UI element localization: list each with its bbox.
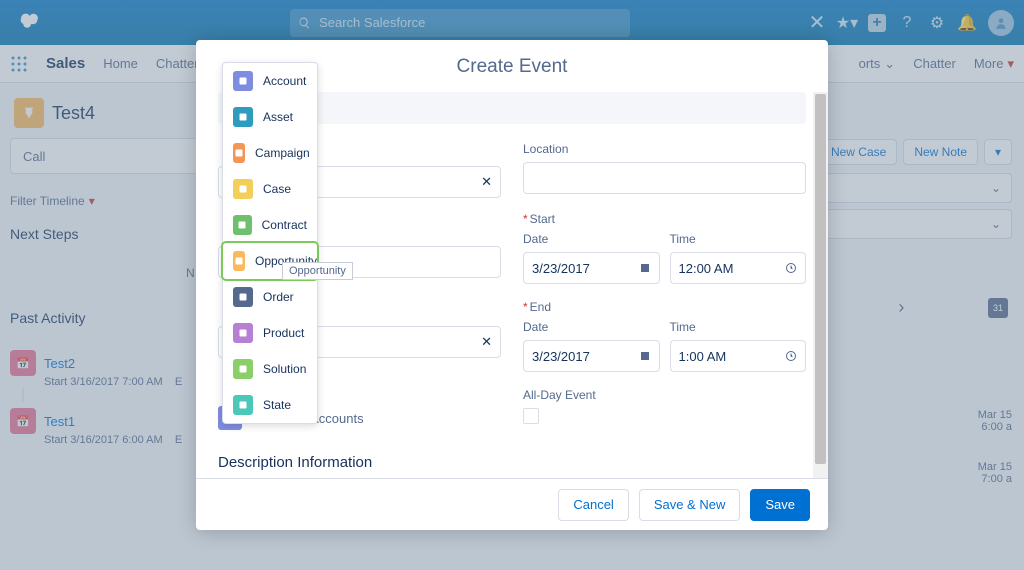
lookup-item-label: Asset [263, 110, 293, 124]
lookup-item-label: State [263, 398, 291, 412]
calendar-icon [639, 350, 651, 362]
lookup-item-label: Product [263, 326, 304, 340]
object-icon [233, 179, 253, 199]
object-icon [233, 251, 245, 271]
clock-icon [785, 350, 797, 362]
object-icon [233, 323, 253, 343]
end-label: End [523, 300, 806, 314]
date-label: Date [523, 232, 660, 246]
object-lookup-dropdown: AccountAssetCampaignCaseContractOpportun… [222, 62, 318, 424]
time-label: Time [670, 232, 807, 246]
lookup-item-state[interactable]: State [223, 387, 317, 423]
lookup-item-solution[interactable]: Solution [223, 351, 317, 387]
lookup-item-label: Campaign [255, 146, 310, 160]
object-icon [233, 143, 245, 163]
clock-icon [785, 262, 797, 274]
object-icon [233, 215, 252, 235]
object-icon [233, 71, 253, 91]
lookup-item-asset[interactable]: Asset [223, 99, 317, 135]
lookup-item-label: Order [263, 290, 294, 304]
lookup-item-product[interactable]: Product [223, 315, 317, 351]
lookup-item-campaign[interactable]: Campaign [223, 135, 317, 171]
allday-label: All-Day Event [523, 388, 806, 402]
lookup-item-label: Case [263, 182, 291, 196]
start-date-input[interactable]: 3/23/2017 [523, 252, 660, 284]
object-icon [233, 287, 253, 307]
location-label: Location [523, 142, 806, 156]
time-label: Time [670, 320, 807, 334]
lookup-item-account[interactable]: Account [223, 63, 317, 99]
start-label: Start [523, 212, 806, 226]
modal-footer: Cancel Save & New Save [196, 478, 828, 530]
end-time-input[interactable]: 1:00 AM [670, 340, 807, 372]
allday-checkbox[interactable] [523, 408, 539, 424]
lookup-item-label: Contract [262, 218, 307, 232]
cancel-button[interactable]: Cancel [558, 489, 628, 521]
start-time-input[interactable]: 12:00 AM [670, 252, 807, 284]
lookup-item-order[interactable]: Order [223, 279, 317, 315]
date-label: Date [523, 320, 660, 334]
end-date-input[interactable]: 3/23/2017 [523, 340, 660, 372]
calendar-icon [639, 262, 651, 274]
tooltip: Opportunity [282, 262, 353, 280]
lookup-item-label: Solution [263, 362, 306, 376]
object-icon [233, 395, 253, 415]
lookup-item-label: Account [263, 74, 306, 88]
description-section-header: Description Information [218, 454, 501, 471]
clear-icon[interactable]: ✕ [481, 334, 492, 350]
save-button[interactable]: Save [750, 489, 810, 521]
object-icon [233, 359, 253, 379]
save-new-button[interactable]: Save & New [639, 489, 741, 521]
object-icon [233, 107, 253, 127]
scrollbar[interactable] [813, 92, 828, 478]
lookup-item-contract[interactable]: Contract [223, 207, 317, 243]
clear-icon[interactable]: ✕ [481, 174, 492, 190]
scroll-thumb[interactable] [815, 94, 826, 464]
lookup-item-case[interactable]: Case [223, 171, 317, 207]
location-input[interactable] [523, 162, 806, 194]
